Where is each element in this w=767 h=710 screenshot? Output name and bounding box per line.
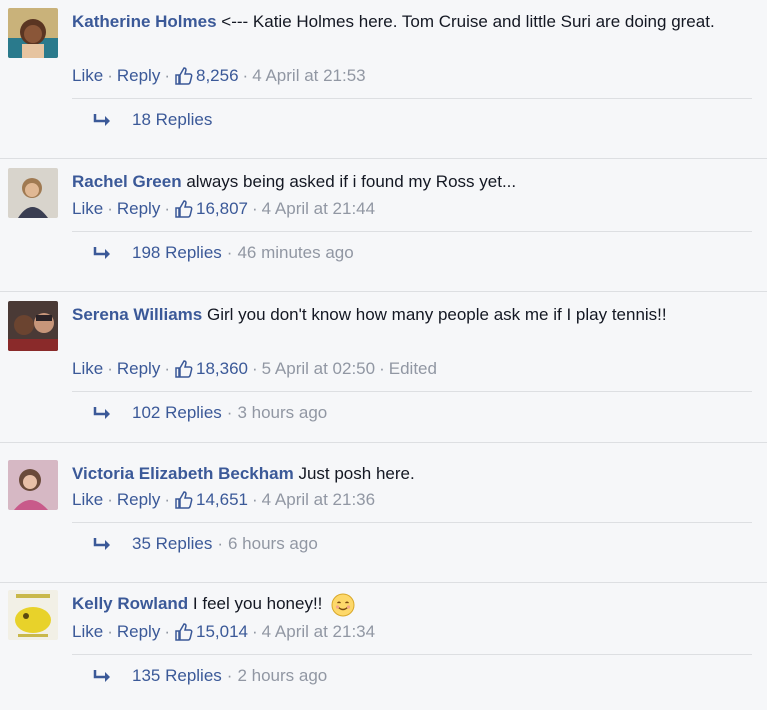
divider bbox=[72, 391, 752, 392]
comment-actions: Like · Reply · 15,014 · 4 April at 21:34 bbox=[72, 622, 376, 642]
comment-text: Kelly Rowland I feel you honey!! bbox=[72, 590, 747, 617]
replies-count[interactable]: 135 Replies bbox=[132, 666, 222, 686]
comment-author[interactable]: Rachel Green bbox=[72, 172, 182, 191]
replies-time: 2 hours ago bbox=[237, 666, 328, 685]
replies-count[interactable]: 18 Replies bbox=[132, 110, 212, 130]
replies-time: 46 minutes ago bbox=[237, 243, 354, 262]
comment-author[interactable]: Serena Williams bbox=[72, 305, 202, 324]
replies-time: 6 hours ago bbox=[228, 534, 318, 553]
reply-button[interactable]: Reply bbox=[117, 622, 160, 642]
thumbs-up-icon bbox=[175, 623, 193, 641]
replies-count[interactable]: 198 Replies bbox=[132, 243, 222, 263]
like-button[interactable]: Like bbox=[72, 66, 103, 86]
reply-arrow-icon bbox=[93, 247, 110, 259]
comment-author[interactable]: Katherine Holmes bbox=[72, 12, 217, 31]
comment-author[interactable]: Victoria Elizabeth Beckham bbox=[72, 464, 294, 483]
timestamp[interactable]: 5 April at 02:50 bbox=[262, 359, 375, 379]
thumbs-up-icon bbox=[175, 200, 193, 218]
like-button[interactable]: Like bbox=[72, 490, 103, 510]
comment-body: <--- Katie Holmes here. Tom Cruise and l… bbox=[221, 12, 715, 31]
comment-body: I feel you honey!! bbox=[192, 594, 323, 613]
reply-button[interactable]: Reply bbox=[117, 490, 160, 510]
divider bbox=[72, 98, 752, 99]
replies-link[interactable]: 135 Replies · 2 hours ago bbox=[92, 666, 327, 686]
comment-text: Victoria Elizabeth Beckham Just posh her… bbox=[72, 460, 747, 487]
reply-button[interactable]: Reply bbox=[117, 199, 160, 219]
avatar[interactable] bbox=[8, 8, 58, 58]
avatar[interactable] bbox=[8, 460, 58, 510]
divider bbox=[0, 442, 767, 443]
timestamp[interactable]: 4 April at 21:34 bbox=[262, 622, 375, 642]
timestamp[interactable]: 4 April at 21:36 bbox=[262, 490, 375, 510]
comment-body: Girl you don't know how many people ask … bbox=[206, 305, 667, 324]
replies-link[interactable]: 18 Replies bbox=[92, 110, 212, 130]
like-count[interactable]: 18,360 bbox=[196, 359, 248, 379]
reply-button[interactable]: Reply bbox=[117, 359, 160, 379]
like-count[interactable]: 8,256 bbox=[196, 66, 239, 86]
divider bbox=[72, 522, 752, 523]
comment-author[interactable]: Kelly Rowland bbox=[72, 594, 188, 613]
comment-actions: Like · Reply · 8,256 · 4 April at 21:53 bbox=[72, 66, 366, 86]
reply-arrow-icon bbox=[93, 538, 110, 550]
reply-button[interactable]: Reply bbox=[117, 66, 160, 86]
comment-body: Just posh here. bbox=[298, 464, 415, 483]
avatar[interactable] bbox=[8, 301, 58, 351]
like-button[interactable]: Like bbox=[72, 199, 103, 219]
comment-actions: Like · Reply · 18,360 · 5 April at 02:50… bbox=[72, 359, 437, 379]
replies-count[interactable]: 102 Replies bbox=[132, 403, 222, 423]
divider bbox=[72, 654, 752, 655]
replies-link[interactable]: 102 Replies · 3 hours ago bbox=[92, 403, 327, 423]
replies-link[interactable]: 35 Replies · 6 hours ago bbox=[92, 534, 318, 554]
avatar[interactable] bbox=[8, 590, 58, 640]
thumbs-up-icon bbox=[175, 360, 193, 378]
comment-actions: Like · Reply · 14,651 · 4 April at 21:36 bbox=[72, 490, 376, 510]
comment-text: Rachel Green always being asked if i fou… bbox=[72, 168, 747, 195]
comment-text: Serena Williams Girl you don't know how … bbox=[72, 301, 747, 328]
like-count[interactable]: 15,014 bbox=[196, 622, 248, 642]
replies-time: 3 hours ago bbox=[237, 403, 328, 422]
divider bbox=[72, 231, 752, 232]
like-count[interactable]: 14,651 bbox=[196, 490, 248, 510]
thumbs-up-icon bbox=[175, 491, 193, 509]
replies-link[interactable]: 198 Replies · 46 minutes ago bbox=[92, 243, 354, 263]
avatar[interactable] bbox=[8, 168, 58, 218]
like-button[interactable]: Like bbox=[72, 622, 103, 642]
like-count[interactable]: 16,807 bbox=[196, 199, 248, 219]
edited-label[interactable]: Edited bbox=[389, 359, 437, 379]
comment-actions: Like · Reply · 16,807 · 4 April at 21:44 bbox=[72, 199, 376, 219]
thumbs-up-icon bbox=[175, 67, 193, 85]
timestamp[interactable]: 4 April at 21:44 bbox=[262, 199, 375, 219]
divider bbox=[0, 158, 767, 159]
like-button[interactable]: Like bbox=[72, 359, 103, 379]
comment-text: Katherine Holmes <--- Katie Holmes here.… bbox=[72, 8, 747, 35]
reply-arrow-icon bbox=[93, 407, 110, 419]
reply-arrow-icon bbox=[93, 114, 110, 126]
timestamp[interactable]: 4 April at 21:53 bbox=[252, 66, 365, 86]
divider bbox=[0, 582, 767, 583]
reply-arrow-icon bbox=[93, 670, 110, 682]
comment-body: always being asked if i found my Ross ye… bbox=[186, 172, 517, 191]
replies-count[interactable]: 35 Replies bbox=[132, 534, 212, 554]
smiling-face-emoji-icon bbox=[331, 593, 355, 617]
divider bbox=[0, 291, 767, 292]
